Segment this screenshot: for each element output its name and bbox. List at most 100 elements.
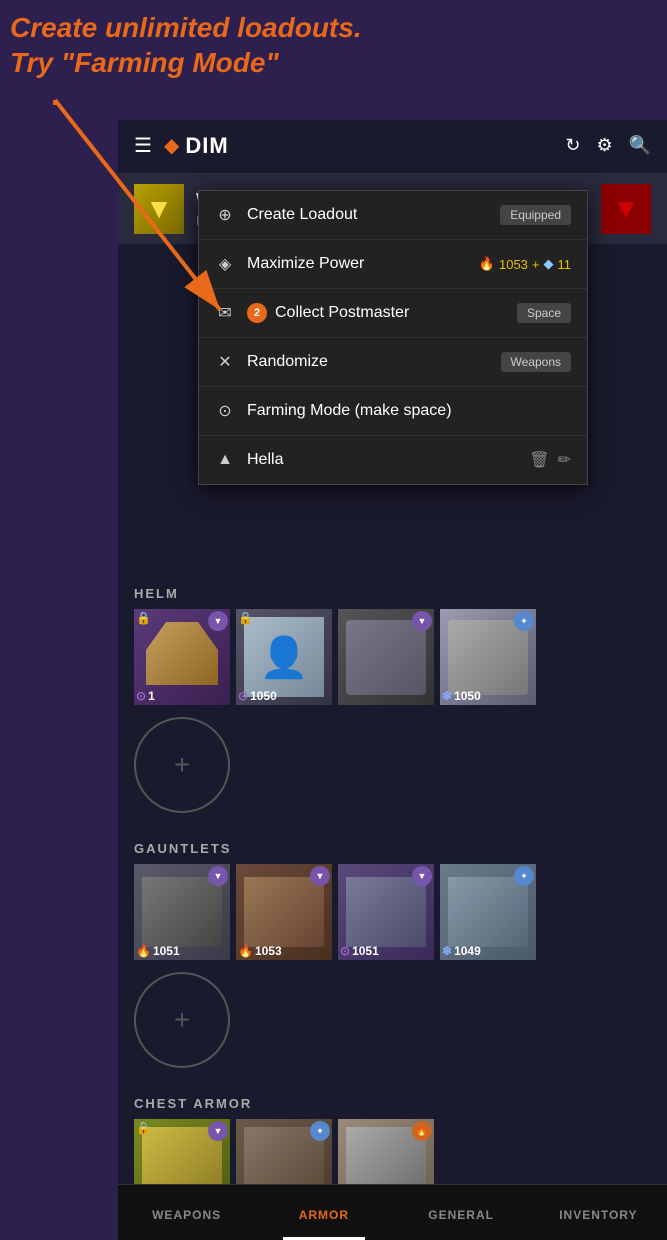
annotation-line1: Create unlimited loadouts. [10,12,362,43]
chest-lock-icon: 🔒 [136,1121,151,1135]
menu-item-randomize[interactable]: ✕ Randomize Weapons [199,338,587,387]
edit-icon[interactable]: ✏ [558,450,571,470]
chest-subclass-3: 🔥 [412,1121,432,1141]
tab-weapons[interactable]: WEAPONS [118,1185,255,1240]
add-helm-button[interactable]: + [134,717,230,813]
content-area: HELM 🔒 ▼ ⊙ 1 [118,574,667,1240]
helm-art-1 [142,622,222,692]
farming-mode-label: Farming Mode (make space) [247,402,571,420]
tab-armor[interactable]: ARMOR [255,1185,392,1240]
helm-art-4 [448,620,528,695]
randomize-label: Randomize [247,353,501,371]
power-arc-icon: ◆ [544,256,554,272]
gauntlet-1-power: 🔥 1051 [136,944,180,958]
maximize-power-icon: ◈ [215,254,235,274]
power-solar-value: 1053 [499,257,528,272]
helm-item-4[interactable]: ✦ ❄ 1050 [440,609,536,705]
chest-section-label: CHEST ARMOR [134,1084,651,1119]
app-container: ☰ ◆ DIM ↻ ⚙ 🔍 ▼ Warlock Exo Male ◆ 1061 … [118,118,667,1240]
gauntlet-item-3[interactable]: ▼ ⊙ 1051 [338,864,434,960]
collect-postmaster-icon: ✉ [215,303,235,323]
gaunt-subclass-1: ▼ [208,866,228,886]
lock-icon-1: 🔒 [136,611,151,625]
menu-icon[interactable]: ☰ [134,133,152,158]
power-solar-icon: 🔥 [479,256,495,272]
vault-chevron-icon: ▼ [612,193,640,225]
create-loadout-label: Create Loadout [247,206,500,224]
gauntlet-item-1[interactable]: ▼ 🔥 1051 [134,864,230,960]
menu-item-collect-postmaster[interactable]: ✉ 2 Collect Postmaster Space [199,289,587,338]
dim-logo: ◆ DIM [164,133,229,159]
annotation-text: Create unlimited loadouts. Try "Farming … [10,10,362,80]
dropdown-menu: ⊕ Create Loadout Equipped ◈ Maximize Pow… [198,190,588,485]
solar-icon-1: 🔥 [136,944,151,958]
maximize-power-label: Maximize Power [247,255,479,273]
gaunt-subclass-4: ✦ [514,866,534,886]
collect-postmaster-label: Collect Postmaster [275,304,517,322]
helm-face-power: ⊙ 1050 [238,689,277,703]
hella-icon: ▲ [215,451,235,469]
helm-items-grid: 🔒 ▼ ⊙ 1 👤 ⊙ 1050 [134,609,651,705]
gaunt-subclass-2: ▼ [310,866,330,886]
search-icon[interactable]: 🔍 [629,135,651,156]
lock-icon-face: 🔒 [238,611,253,625]
face-art: 👤 [244,617,324,697]
subclass-icon-1: ▼ [208,611,228,631]
subclass-icon-3: ▼ [412,611,432,631]
gauntlets-section-label: GAUNTLETS [134,829,651,864]
tab-general[interactable]: GENERAL [393,1185,530,1240]
gauntlet-3-power: ⊙ 1051 [340,944,379,958]
header-left: ☰ ◆ DIM [134,133,229,159]
subclass-icon-4: ✦ [514,611,534,631]
trash-icon[interactable]: 🗑 [529,450,549,470]
character-emblem: ▼ [134,184,184,234]
create-loadout-icon: ⊕ [215,205,235,225]
randomize-icon: ✕ [215,352,235,372]
gaunt-art-1 [142,877,222,947]
weapons-tag: Weapons [501,352,571,372]
helm-art-3 [346,620,426,695]
gauntlet-item-4[interactable]: ✦ ❄ 1049 [440,864,536,960]
annotation-line2: Try "Farming Mode" [10,47,279,78]
hella-label: Hella [247,451,529,469]
void-icon-face: ⊙ [238,689,248,703]
helm-section-label: HELM [134,574,651,609]
refresh-icon[interactable]: ↻ [565,135,580,156]
gauntlet-4-power: ❄ 1049 [442,944,481,958]
postmaster-badge: 2 [247,303,267,323]
helm-item-1[interactable]: 🔒 ▼ ⊙ 1 [134,609,230,705]
menu-item-create-loadout[interactable]: ⊕ Create Loadout Equipped [199,191,587,240]
menu-item-farming-mode[interactable]: ⊙ Farming Mode (make space) [199,387,587,436]
dim-text-label: DIM [185,133,228,159]
annotation-area: Create unlimited loadouts. Try "Farming … [0,0,667,120]
gaunt-subclass-3: ▼ [412,866,432,886]
helm-item-1-power: ⊙ 1 [136,689,155,703]
gauntlet-item-2[interactable]: ▼ 🔥 1053 [236,864,332,960]
gauntlet-2-power: 🔥 1053 [238,944,282,958]
settings-icon[interactable]: ⚙ [596,135,612,156]
menu-item-hella[interactable]: ▲ Hella 🗑 ✏ [199,436,587,484]
dim-diamond-icon: ◆ [164,133,179,158]
helm-item-face[interactable]: 👤 ⊙ 1050 🔒 [236,609,332,705]
void-icon-3: ⊙ [340,944,350,958]
solar-icon-2: 🔥 [238,944,253,958]
void-icon: ⊙ [136,689,146,703]
header-right: ↻ ⚙ 🔍 [565,135,651,156]
bottom-nav: WEAPONS ARMOR GENERAL INVENTORY [118,1184,667,1240]
chest-subclass-1: ▼ [208,1121,228,1141]
app-header: ☰ ◆ DIM ↻ ⚙ 🔍 [118,118,667,174]
power-stats: 🔥 1053 + ◆ 11 [479,256,571,272]
menu-item-maximize-power[interactable]: ◈ Maximize Power 🔥 1053 + ◆ 11 [199,240,587,289]
gaunt-art-3 [346,877,426,947]
gauntlets-items-grid: ▼ 🔥 1051 ▼ 🔥 1053 [134,864,651,960]
space-tag: Space [517,303,571,323]
gaunt-art-2 [244,877,324,947]
add-gauntlets-button[interactable]: + [134,972,230,1068]
vault-icon[interactable]: ▼ [601,184,651,234]
helm-item-3[interactable]: ▼ [338,609,434,705]
tab-inventory[interactable]: INVENTORY [530,1185,667,1240]
helm-item-4-power: ❄ 1050 [442,689,481,703]
chest-subclass-2: ✦ [310,1121,330,1141]
power-arc-value: 11 [558,257,572,272]
equipped-tag: Equipped [500,205,571,225]
